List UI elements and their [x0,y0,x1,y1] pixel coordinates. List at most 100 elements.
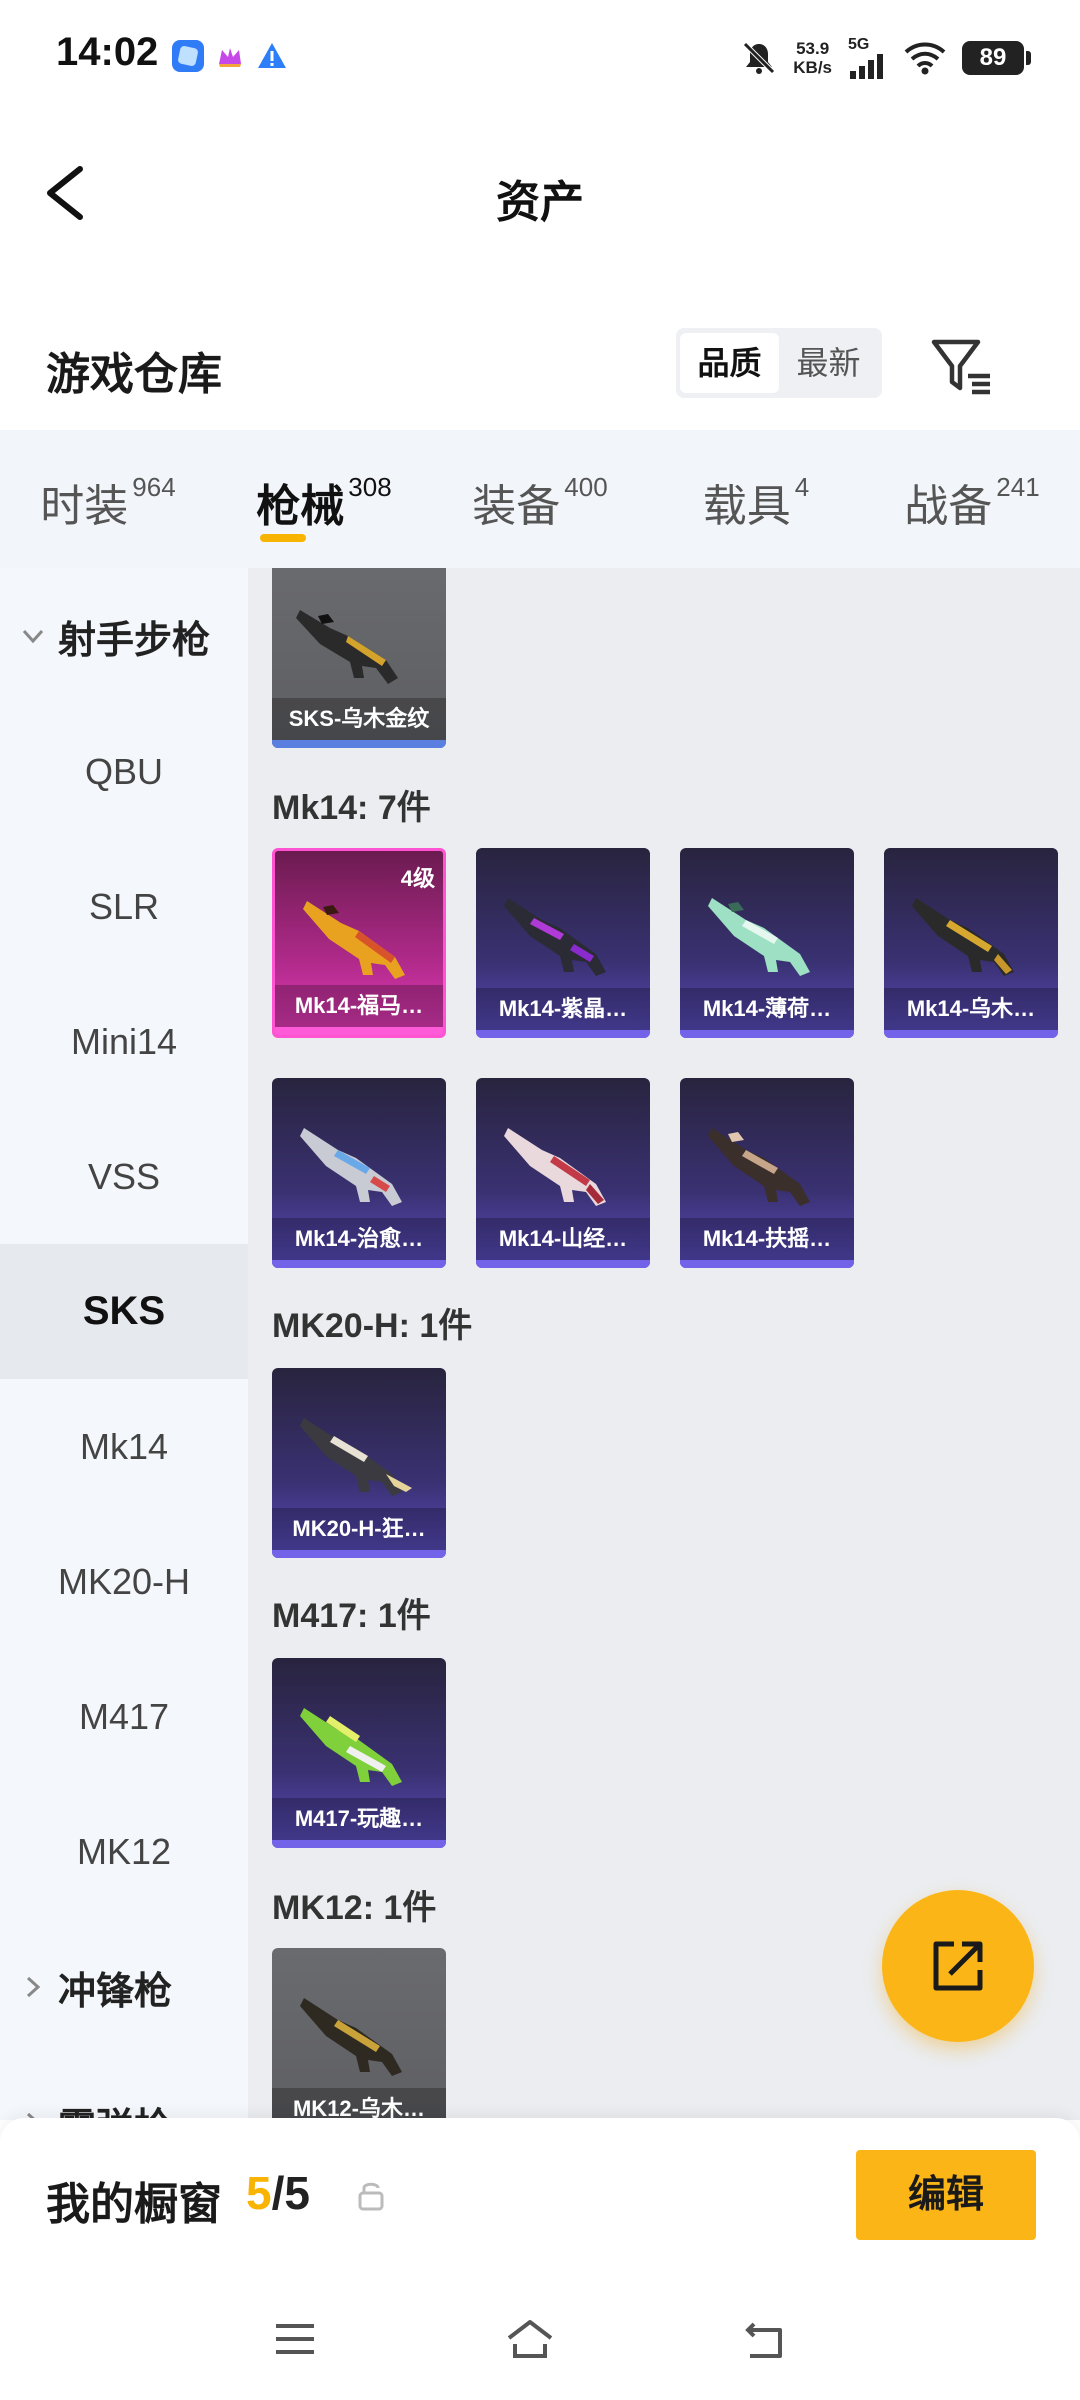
system-nav-bar [0,2278,1080,2400]
blue-app-icon [172,40,204,72]
skin-label: Mk14-扶摇… [680,1218,854,1260]
rarity-bar [680,1030,854,1038]
wifi-icon [904,42,946,75]
status-time: 14:02 [56,30,159,74]
showcase-count: 5/5 [246,2166,310,2220]
skin-label: SKS-乌木金纹 [272,698,446,740]
skin-label: MK12-乌木… [272,2088,446,2120]
rifle-icon [912,898,1014,976]
skin-card[interactable]: M417-玩趣… [272,1658,446,1848]
net-speed: 53.9 KB/s [793,39,832,77]
skin-card[interactable]: Mk14-治愈… [272,1078,446,1268]
tab-label: 装备 [472,482,561,531]
sidebar-group-label: 霰弹枪 [58,2096,172,2121]
skin-card[interactable]: Mk14-薄荷… [680,848,854,1038]
warehouse-title: 游戏仓库 [46,350,222,399]
skin-label: M417-玩趣… [272,1798,446,1840]
group-title-mk12: MK12: 1件 [272,1889,437,1927]
showcase-title: 我的橱窗 [46,2180,222,2229]
tab-equipment[interactable]: 装备 400 [432,430,648,568]
rifle-icon [300,1128,402,1206]
skin-label: Mk14-紫晶… [476,988,650,1030]
sidebar-item-vss[interactable]: VSS [0,1109,248,1244]
skin-card[interactable]: Mk14-乌木… [884,848,1058,1038]
rarity-bar [272,1840,446,1848]
sidebar-item-slr[interactable]: SLR [0,839,248,974]
rarity-bar [272,1550,446,1558]
rarity-bar [476,1030,650,1038]
tab-label: 载具 [702,482,791,531]
tab-vehicles[interactable]: 载具 4 [648,430,864,568]
skin-label: Mk14-治愈… [272,1218,446,1260]
showcase-current: 5 [246,2167,272,2219]
sidebar-group-shotgun[interactable]: 霰弹枪 [0,2055,248,2120]
skin-card[interactable]: 4级 Mk14-福马… [272,848,446,1038]
sidebar-item-qbu[interactable]: QBU [0,704,248,839]
rifle-icon [300,1998,402,2076]
sidebar-item-sks[interactable]: SKS [0,1244,248,1379]
sort-quality-button[interactable]: 品质 [680,333,779,393]
net-speed-value: 53.9 [796,39,830,58]
tab-count: 308 [348,472,392,502]
status-right: 53.9 KB/s 5G 89 [741,30,1031,86]
skin-label: Mk14-福马… [275,985,443,1027]
tab-outfits[interactable]: 时装 964 [0,430,216,568]
sort-newest-button[interactable]: 最新 [779,333,878,393]
signal-group: 5G [848,37,888,79]
assets-page: 14:02 53.9 KB/s 5G 89 资产 游戏仓库 品质 最新 时装 9… [0,0,1080,2400]
sidebar-group-smg[interactable]: 冲锋枪 [0,1919,248,2055]
rarity-bar [272,740,446,748]
crown-app-icon [214,40,246,72]
skin-card[interactable]: Mk14-扶摇… [680,1078,854,1268]
rifle-icon [708,1128,810,1206]
rifle-icon [296,610,398,684]
active-tab-indicator [260,534,306,542]
skin-card[interactable]: MK12-乌木… [272,1948,446,2120]
share-icon [933,1941,983,1991]
sidebar-item-mk12[interactable]: MK12 [0,1784,248,1919]
weapon-type-sidebar: 射手步枪 QBU SLR Mini14 VSS SKS Mk14 MK20-H … [0,568,248,2120]
menu-icon[interactable] [270,2314,320,2364]
sidebar-group-marksman[interactable]: 射手步枪 [0,568,248,704]
page-title: 资产 [496,178,584,227]
rifle-icon [303,901,405,979]
rarity-bar [884,1030,1058,1038]
chevron-right-icon [26,1976,41,1998]
rarity-bar [272,1260,446,1268]
sidebar-item-mk14[interactable]: Mk14 [0,1379,248,1514]
tab-count: 4 [794,472,810,502]
back-icon[interactable] [740,2314,790,2364]
rarity-bar [680,1260,854,1268]
skin-card[interactable]: Mk14-山经… [476,1078,650,1268]
rifle-icon [504,898,606,976]
sidebar-item-mk20h[interactable]: MK20-H [0,1514,248,1649]
tab-count: 964 [132,472,176,502]
skin-card[interactable]: MK20-H-狂… [272,1368,446,1558]
skin-card[interactable]: Mk14-紫晶… [476,848,650,1038]
weapon-skin-grid: SKS-乌木金纹 Mk14: 7件 4级 Mk14-福马… Mk14-紫晶… M… [248,568,1080,2120]
skin-label: Mk14-乌木… [884,988,1058,1030]
group-title-mk14: Mk14: 7件 [272,789,431,827]
tab-count: 400 [564,472,608,502]
signal-icon [850,54,883,79]
edit-button[interactable]: 编辑 [856,2150,1036,2240]
sidebar-item-mini14[interactable]: Mini14 [0,974,248,1109]
chevron-down-icon [22,629,44,644]
skin-card[interactable]: SKS-乌木金纹 [272,568,446,748]
network-type: 5G [848,36,870,53]
app-header: 资产 [0,118,1080,268]
rarity-bar [275,1027,443,1035]
sort-toggle: 品质 最新 [676,328,882,398]
battery-indicator: 89 [962,41,1031,75]
lock-icon[interactable] [356,2178,386,2212]
skin-label: Mk14-薄荷… [680,988,854,1030]
share-button[interactable] [882,1890,1034,2042]
sidebar-group-label: 冲锋枪 [58,1970,173,2013]
sidebar-item-m417[interactable]: M417 [0,1649,248,1784]
tab-supplies[interactable]: 战备 241 [864,430,1080,568]
filter-icon[interactable] [928,332,996,400]
home-icon[interactable] [505,2314,555,2364]
tab-weapons[interactable]: 枪械 308 [216,430,432,568]
net-speed-unit: KB/s [793,58,832,77]
warning-icon [256,40,288,72]
